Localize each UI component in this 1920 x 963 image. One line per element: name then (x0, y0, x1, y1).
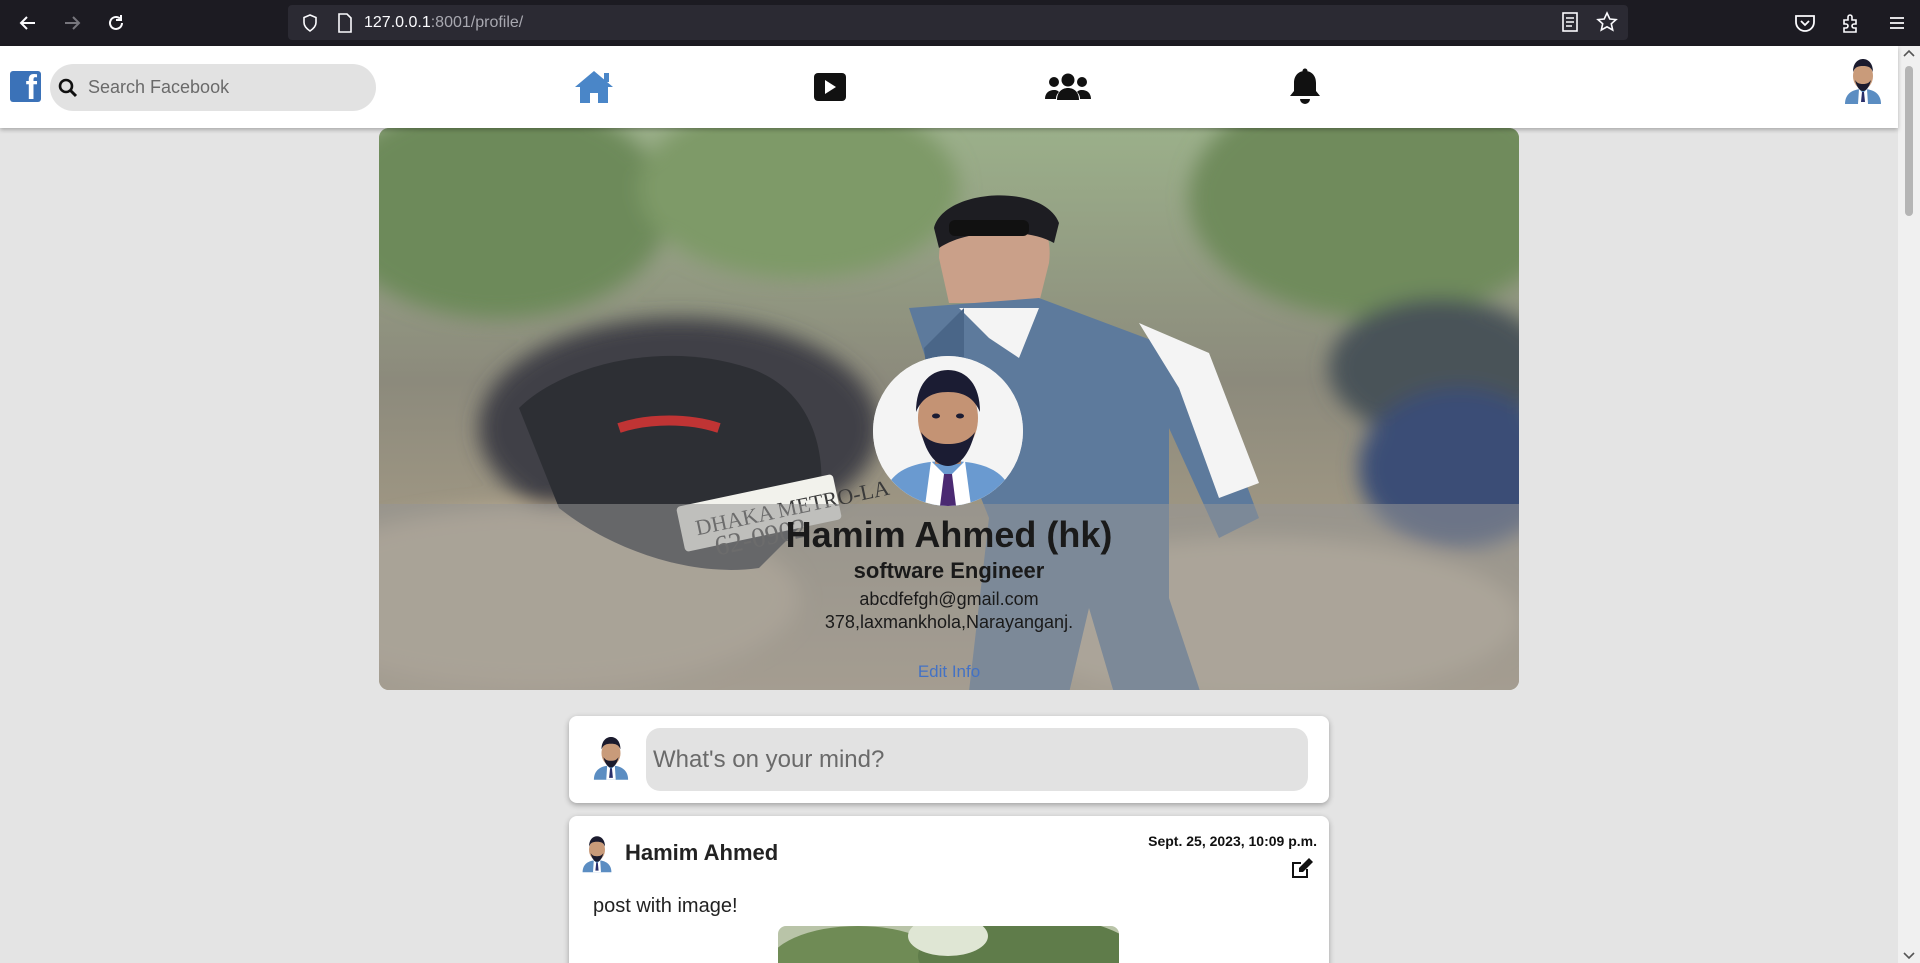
scroll-thumb[interactable] (1905, 66, 1913, 216)
user-avatar-icon (1845, 59, 1881, 104)
search-icon (58, 78, 78, 97)
composer-avatar (592, 734, 630, 780)
profile-photo-icon (873, 356, 1023, 506)
scroll-up-icon[interactable] (1898, 48, 1920, 60)
browser-tools (1782, 0, 1920, 46)
forward-arrow-icon (65, 16, 81, 30)
post-text: post with image! (593, 895, 738, 917)
post-edit-button[interactable] (1289, 856, 1315, 880)
page-info-icon[interactable] (336, 12, 354, 33)
post-photo-icon (778, 926, 1119, 963)
back-button[interactable] (6, 1, 50, 45)
bookmark-star-icon[interactable] (1596, 11, 1618, 33)
url-text[interactable]: 127.0.0.1:8001/profile/ (364, 14, 523, 32)
header-avatar[interactable] (1843, 56, 1883, 104)
extensions-button[interactable] (1828, 0, 1874, 46)
shield-icon[interactable] (300, 13, 320, 33)
profile-job-title: software Engineer (853, 558, 1045, 583)
reload-button[interactable] (94, 1, 138, 45)
nav-groups-button[interactable] (1044, 66, 1092, 108)
profile-name: Hamim Ahmed (hk) (785, 514, 1113, 555)
video-icon (814, 73, 846, 101)
scroll-down-icon[interactable] (1898, 949, 1920, 961)
back-arrow-icon (19, 16, 35, 30)
reload-icon (109, 15, 123, 30)
nav-home-button[interactable] (570, 66, 618, 108)
edit-info-link[interactable]: Edit Info (918, 662, 980, 681)
search-input[interactable] (88, 77, 358, 98)
forward-button[interactable] (50, 1, 94, 45)
profile-email: abcdfefgh@gmail.com (859, 589, 1039, 609)
post-author-name[interactable]: Hamim Ahmed (625, 840, 778, 866)
url-path: :8001/profile/ (430, 13, 524, 31)
post-author-avatar[interactable] (581, 833, 613, 873)
site-header: f (0, 46, 1898, 128)
puzzle-icon (1843, 14, 1857, 33)
facebook-logo-icon[interactable]: f (10, 71, 41, 102)
nav-notifications-button[interactable] (1281, 66, 1329, 108)
pocket-icon (1795, 15, 1815, 32)
profile-picture[interactable] (873, 356, 1023, 506)
groups-icon (1045, 73, 1091, 100)
post-image[interactable] (778, 926, 1119, 963)
menu-button[interactable] (1874, 0, 1920, 46)
nav-watch-button[interactable] (806, 66, 854, 108)
search-box[interactable] (50, 64, 376, 111)
pocket-button[interactable] (1782, 0, 1828, 46)
user-avatar-icon (593, 737, 629, 780)
address-bar[interactable]: 127.0.0.1:8001/profile/ (288, 5, 1628, 40)
bell-icon (1290, 68, 1320, 104)
user-avatar-icon (582, 836, 612, 873)
url-host: 127.0.0.1 (364, 13, 431, 31)
composer-input[interactable] (646, 728, 1308, 791)
page-scrollbar[interactable] (1898, 46, 1920, 963)
post-timestamp: Sept. 25, 2023, 10:09 p.m. (1148, 833, 1317, 849)
post-composer (569, 716, 1329, 803)
hamburger-icon (1890, 17, 1904, 29)
home-icon (575, 71, 613, 103)
profile-address: 378,laxmankhola,Narayanganj. (824, 612, 1074, 632)
edit-icon (1292, 858, 1313, 878)
reader-view-icon[interactable] (1560, 11, 1580, 33)
logo-letter: f (25, 71, 37, 102)
browser-toolbar: 127.0.0.1:8001/profile/ (0, 0, 1920, 46)
edit-info-row: Edit Info (379, 662, 1519, 682)
post-card: Hamim Ahmed Sept. 25, 2023, 10:09 p.m. p… (569, 816, 1329, 963)
